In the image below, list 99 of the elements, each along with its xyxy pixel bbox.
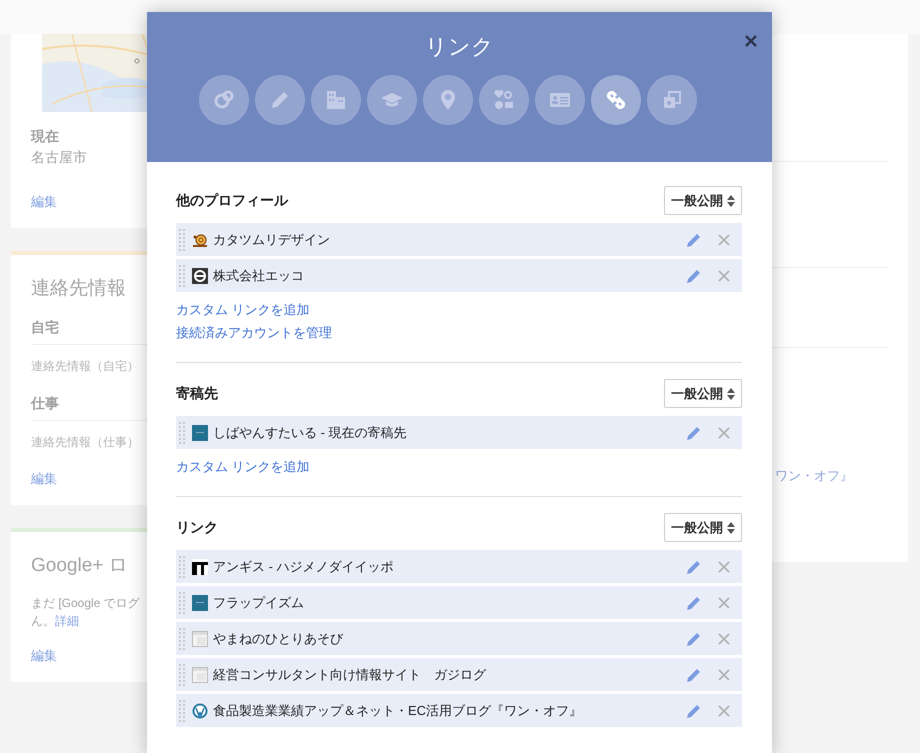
pencil-icon <box>686 424 702 440</box>
remove-button[interactable] <box>718 596 730 608</box>
close-icon <box>718 426 730 438</box>
pencil-icon <box>686 558 702 574</box>
card-title: 連絡先情報 <box>31 276 126 300</box>
tab-button[interactable] <box>366 75 416 125</box>
pencil-icon <box>686 232 702 248</box>
tab-button[interactable] <box>646 75 696 125</box>
link-row[interactable]: 経営コンサルタント向け情報サイト ガジログ <box>176 658 742 691</box>
pencil-icon <box>686 594 702 610</box>
sort-arrows-icon <box>727 388 735 400</box>
sort-arrows-icon <box>727 194 735 206</box>
drag-handle-icon[interactable] <box>179 264 185 286</box>
tab-button[interactable] <box>254 75 304 125</box>
tab-button[interactable] <box>534 75 584 125</box>
edit-button[interactable] <box>686 630 702 646</box>
edit-button[interactable] <box>686 268 702 284</box>
link-label: しばやんすたいる - 現在の寄稿先 <box>213 424 408 442</box>
profile-symbols-icon <box>492 88 516 112</box>
remove-button[interactable] <box>718 270 730 282</box>
drag-handle-icon[interactable] <box>179 700 185 722</box>
close-icon <box>718 234 730 246</box>
hint-text: 連絡先情報（自宅） <box>31 358 139 375</box>
logo-icon <box>192 558 208 574</box>
close-icon <box>718 560 730 572</box>
close-icon <box>744 34 758 48</box>
text-link[interactable]: カスタム リンクを追加 <box>176 298 742 321</box>
pencil-icon <box>686 268 702 284</box>
link-label: 食品製造業業績アップ＆ネット・EC活用ブログ『ワン・オフ』 <box>213 702 584 720</box>
description-text: ん。 <box>31 613 55 630</box>
link-label: 経営コンサルタント向け情報サイト ガジログ <box>213 666 488 684</box>
section-heading: 自宅 <box>31 318 59 337</box>
link-label: やまねのひとりあそび <box>213 630 344 648</box>
edit-button[interactable] <box>686 232 702 248</box>
pencil-icon <box>686 702 702 718</box>
drag-handle-icon[interactable] <box>179 422 185 444</box>
text-link[interactable]: 接続済みアカウントを管理 <box>176 321 742 344</box>
drag-handle-icon[interactable] <box>179 592 185 614</box>
close-icon <box>718 668 730 680</box>
tab-button[interactable] <box>310 75 360 125</box>
edit-button[interactable] <box>686 666 702 682</box>
pencil-icon <box>686 630 702 646</box>
remove-button[interactable] <box>718 426 730 438</box>
link-row[interactable]: フラップイズム <box>176 586 742 619</box>
drag-handle-icon[interactable] <box>179 664 185 686</box>
edit-button[interactable] <box>686 558 702 574</box>
edit-button[interactable] <box>686 424 702 440</box>
drag-handle-icon[interactable] <box>179 628 185 650</box>
section-title: 寄稿先 <box>176 384 218 403</box>
location-value: 名古屋市 <box>31 148 87 167</box>
hint-text: 連絡先情報（仕事） <box>31 434 139 451</box>
wordpress-icon <box>192 702 208 718</box>
remove-button[interactable] <box>718 234 730 246</box>
section-title: リンク <box>176 518 218 537</box>
dialog-title: リンク <box>425 33 494 61</box>
location-label: 現在 <box>31 127 59 146</box>
drag-handle-icon[interactable] <box>179 556 185 578</box>
link-label: アンギス - ハジメノダイイッポ <box>213 558 395 576</box>
tab-button[interactable] <box>478 75 528 125</box>
section-heading: 仕事 <box>31 394 59 413</box>
text-fragment: ワン・オフ』 <box>775 467 853 485</box>
snail-icon <box>192 232 208 248</box>
link-row[interactable]: 株式会社エッコ <box>176 259 742 292</box>
close-icon <box>718 270 730 282</box>
link-label: フラップイズム <box>213 594 305 612</box>
edit-button[interactable] <box>686 594 702 610</box>
pencil-icon <box>686 666 702 682</box>
remove-button[interactable] <box>718 668 730 680</box>
link-row[interactable]: やまねのひとりあそび <box>176 622 742 655</box>
tab-button[interactable] <box>422 75 472 125</box>
link-row[interactable]: 食品製造業業績アップ＆ネット・EC活用ブログ『ワン・オフ』 <box>176 694 742 727</box>
sort-arrows-icon <box>727 522 735 534</box>
remove-button[interactable] <box>718 632 730 644</box>
edit-button[interactable] <box>686 702 702 718</box>
visibility-select[interactable]: 一般公開 <box>664 186 742 215</box>
text-link[interactable]: カスタム リンクを追加 <box>176 455 742 478</box>
web-page-icon <box>192 630 208 646</box>
section-title: 他のプロフィール <box>176 191 288 210</box>
card-title: Google+ ロ <box>31 554 128 578</box>
link-label: カタツムリデザイン <box>213 230 331 249</box>
close-icon <box>718 596 730 608</box>
web-page-icon <box>192 666 208 682</box>
e-logo-icon <box>192 268 208 284</box>
link-row[interactable]: しばやんすたいる - 現在の寄稿先 <box>176 416 742 449</box>
tab-button[interactable] <box>198 75 248 125</box>
remove-button[interactable] <box>718 560 730 572</box>
description-text: まだ [Google でログ <box>31 595 140 612</box>
close-icon <box>718 704 730 716</box>
remove-button[interactable] <box>718 704 730 716</box>
link-row[interactable]: アンギス - ハジメノダイイッポ <box>176 550 742 583</box>
site-logo-icon <box>192 594 208 610</box>
site-logo-icon <box>192 424 208 440</box>
link-label: 株式会社エッコ <box>213 266 305 285</box>
drag-handle-icon[interactable] <box>179 228 185 250</box>
visibility-select[interactable]: 一般公開 <box>664 513 742 542</box>
close-icon <box>718 632 730 644</box>
tab-button[interactable] <box>590 75 640 125</box>
visibility-select[interactable]: 一般公開 <box>664 379 742 408</box>
link-row[interactable]: カタツムリデザイン <box>176 223 742 256</box>
